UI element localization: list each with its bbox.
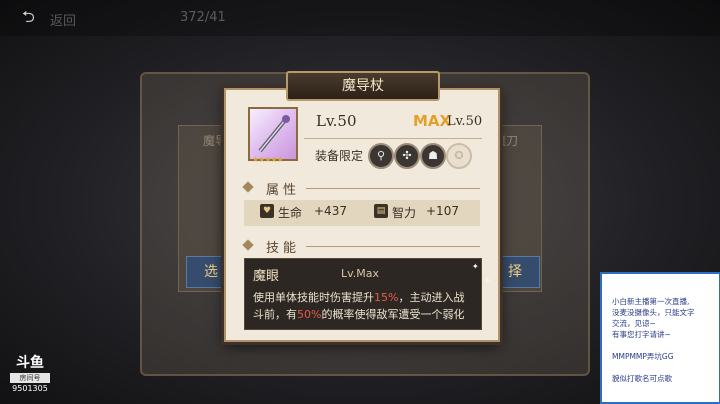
chat-line: 交流，见谅~ — [612, 319, 656, 328]
skill-highlight-1: 15% — [374, 291, 399, 304]
logo-brand: 斗鱼 — [16, 355, 44, 371]
stat-value-hp: +437 — [314, 204, 347, 218]
chat-line: 貌似打歌名可点歌 — [612, 374, 672, 383]
mage-icon: ⚲ — [368, 143, 394, 169]
skill-panel: 魔眼 Lv.Max 使用单体技能时伤害提升15%，主动进入战斗前，有50%的概率… — [244, 258, 482, 330]
current-level: Lv.50 — [316, 112, 357, 130]
priest-icon: ✣ — [394, 143, 420, 169]
skill-level: Lv.Max — [341, 267, 380, 280]
attributes-header-text: 属性 — [260, 179, 307, 198]
douyu-logo: 斗鱼 房间号 9501305 — [10, 352, 50, 393]
item-stars: ★★★★★ — [252, 155, 284, 164]
diamond-icon — [242, 239, 254, 251]
level-divider — [304, 138, 482, 139]
locked-icon: ✪ — [446, 143, 472, 169]
skill-name: 魔眼 — [253, 269, 280, 284]
stat-value-int: +107 — [426, 204, 459, 218]
skills-header: 技能 — [240, 236, 480, 256]
max-level: Lv.50 — [447, 114, 483, 129]
attributes-header: 属性 — [240, 178, 480, 198]
heart-icon: ♥ — [260, 204, 274, 218]
logo-room-label: 房间号 — [10, 373, 50, 383]
skill-highlight-2: 50% — [297, 308, 322, 321]
chat-line — [602, 362, 719, 373]
max-badge: MAX — [413, 112, 452, 130]
chat-overlay: 小白新主播第一次直播, 没麦没摄像头，只能文字 交流，见谅~ 有事您打字请讲~ … — [600, 272, 720, 404]
cat-icon: ☗ — [420, 143, 446, 169]
top-title-ghost: 返回 — [50, 14, 77, 29]
back-icon[interactable]: ⮌ — [22, 8, 40, 26]
sparkle-icon: ✧ — [484, 276, 491, 285]
chat-line: 有事您打字请讲~ — [612, 330, 671, 339]
chat-line: 小白新主播第一次直播, — [612, 297, 690, 306]
stats-row: ♥ 生命 +437 ▤ 智力 +107 — [244, 200, 480, 226]
logo-room-number: 9501305 — [12, 384, 48, 393]
book-icon: ▤ — [374, 204, 388, 218]
chat-line: MMPMMP弄坑GG — [612, 352, 674, 361]
stat-name-hp: 生命 — [278, 206, 303, 220]
dialog-title: 魔导杖 — [286, 71, 440, 101]
stat-name-int: 智力 — [392, 206, 417, 220]
staff-icon — [258, 115, 290, 153]
chat-line: 没麦没摄像头，只能文字 — [612, 308, 695, 317]
equip-restriction-label: 装备限定 — [315, 149, 364, 163]
skills-header-text: 技能 — [260, 237, 307, 256]
sparkle-icon: ✦ — [472, 262, 479, 271]
chat-line — [602, 340, 719, 351]
skill-description: 使用单体技能时伤害提升15%，主动进入战斗前，有50%的概率使得敌军遭受一个弱化 — [253, 291, 465, 321]
diamond-icon — [242, 181, 254, 193]
top-counter-ghost: 372/41 — [180, 10, 226, 25]
top-bar: ⮌ 返回 372/41 — [0, 0, 720, 36]
staff-item-icon — [248, 107, 298, 161]
